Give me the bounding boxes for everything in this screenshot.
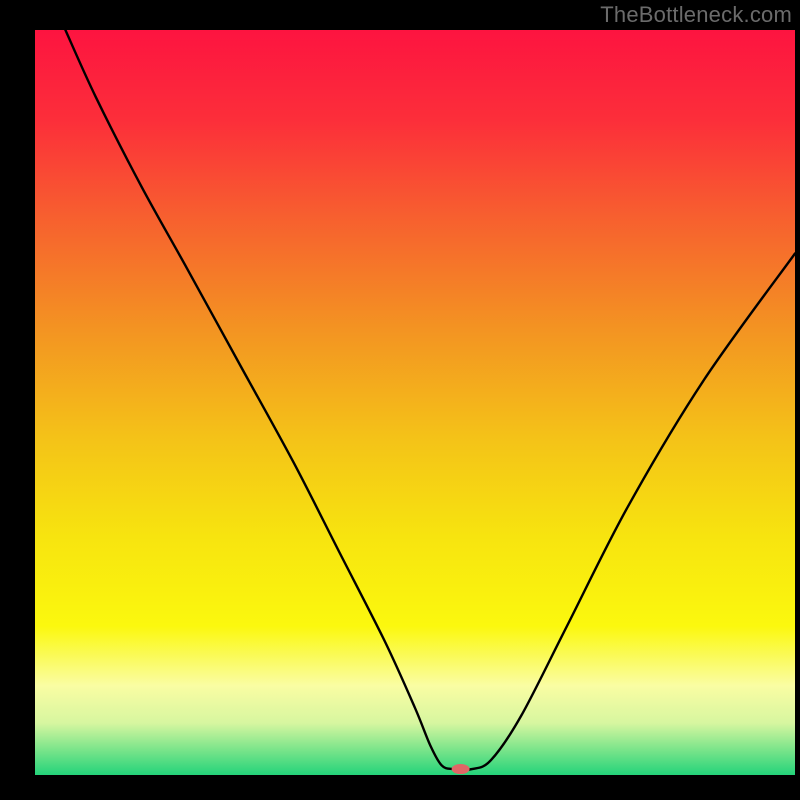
plot-background <box>35 30 795 775</box>
chart-frame: TheBottleneck.com <box>0 0 800 800</box>
bottleneck-chart <box>0 0 800 800</box>
min-point-marker <box>452 764 470 774</box>
